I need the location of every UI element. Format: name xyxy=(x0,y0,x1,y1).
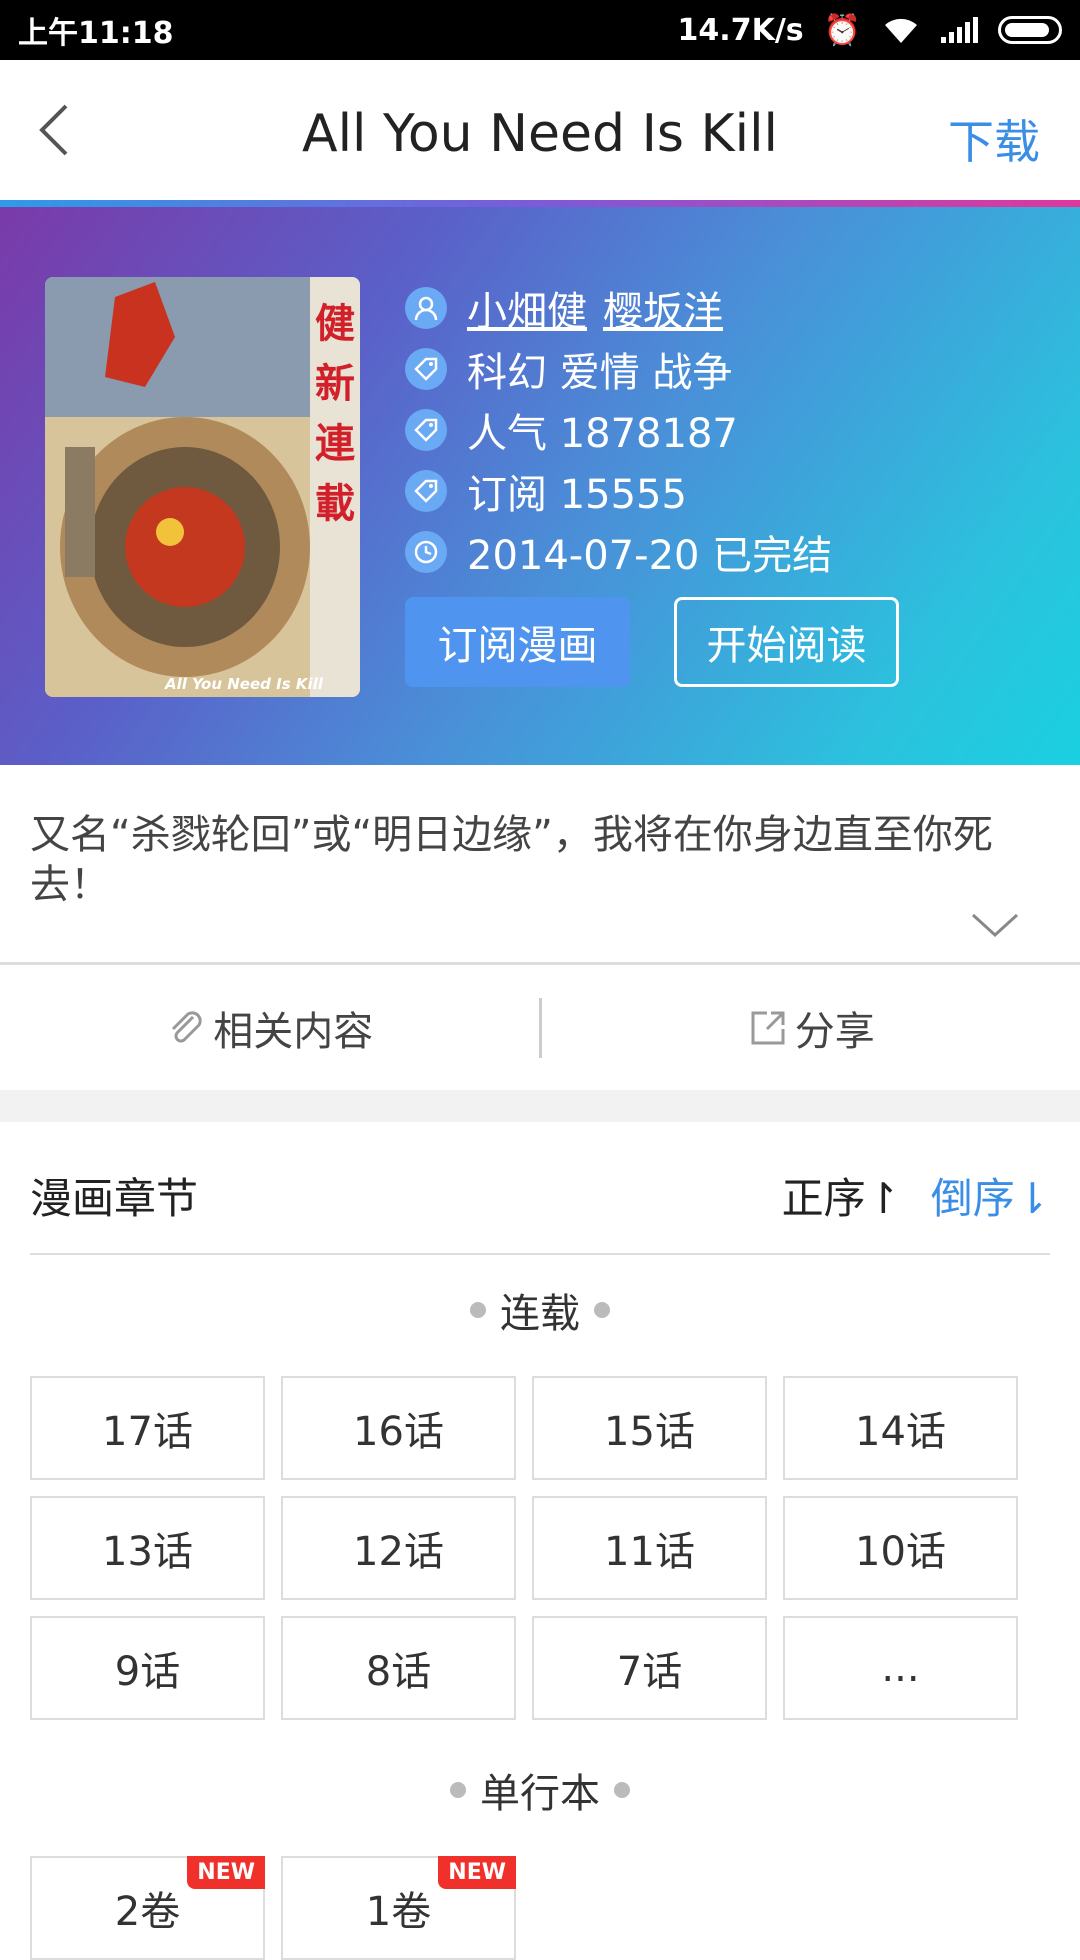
sort-ascending-button[interactable]: 正序↾ xyxy=(782,1165,901,1226)
more-chapters-button[interactable]: ... xyxy=(783,1616,1018,1720)
date-row: 2014-07-20 已完结 xyxy=(405,521,832,582)
comic-cover[interactable]: 健 新 連 載 All You Need Is Kill xyxy=(45,277,360,697)
battery-icon xyxy=(998,16,1062,44)
subscribe-count: 订阅 15555 xyxy=(467,462,687,520)
chapter-button[interactable]: 14话 xyxy=(783,1376,1018,1480)
svg-text:載: 載 xyxy=(315,481,355,527)
date-status: 2014-07-20 已完结 xyxy=(467,523,832,581)
title-bar: All You Need Is Kill 下载 xyxy=(0,60,1080,200)
volume-label-text: 1卷 xyxy=(366,1879,431,1937)
alarm-icon: ⏰ xyxy=(824,13,861,48)
chapter-button[interactable]: 15话 xyxy=(532,1376,767,1480)
chapter-button[interactable]: 17话 xyxy=(30,1376,265,1480)
comic-info-banner: 健 新 連 載 All You Need Is Kill 小畑健 樱坂洋 科幻 … xyxy=(0,207,1080,765)
chapters-title: 漫画章节 xyxy=(30,1165,198,1226)
cover-caption: All You Need Is Kill xyxy=(165,675,323,693)
comic-meta: 小畑健 樱坂洋 科幻 爱情 战争 人气 1878187 订阅 15555 201… xyxy=(405,277,832,582)
chapter-button[interactable]: 16话 xyxy=(281,1376,516,1480)
start-reading-button[interactable]: 开始阅读 xyxy=(674,597,899,687)
tag-icon xyxy=(405,470,447,512)
chevron-down-icon[interactable] xyxy=(965,905,1025,945)
popularity-row: 人气 1878187 xyxy=(405,399,832,460)
volume-label: 单行本 xyxy=(480,1761,600,1819)
chapters-header: 漫画章节 正序↾ 倒序⇂ xyxy=(30,1160,1050,1230)
genres: 科幻 爱情 战争 xyxy=(467,340,732,398)
status-icons: 14.7K/s ⏰ xyxy=(678,13,1062,48)
header-divider xyxy=(0,200,1080,207)
author-link[interactable]: 樱坂洋 xyxy=(603,279,723,337)
status-time: 上午11:18 xyxy=(18,8,174,52)
share-button[interactable]: 分享 xyxy=(542,999,1080,1057)
share-icon xyxy=(747,1007,789,1049)
dot-icon xyxy=(450,1782,466,1798)
status-bar: 上午11:18 14.7K/s ⏰ xyxy=(0,0,1080,60)
volume-section-label: 单行本 xyxy=(0,1760,1080,1820)
related-content-label: 相关内容 xyxy=(213,999,373,1057)
genre-row: 科幻 爱情 战争 xyxy=(405,338,832,399)
chapter-button[interactable]: 13话 xyxy=(30,1496,265,1600)
action-buttons: 订阅漫画 开始阅读 xyxy=(405,597,899,687)
chapter-button[interactable]: 12话 xyxy=(281,1496,516,1600)
volume-button[interactable]: 1卷 NEW xyxy=(281,1856,516,1960)
new-badge: NEW xyxy=(187,1856,265,1889)
svg-text:健: 健 xyxy=(315,301,355,347)
svg-text:新: 新 xyxy=(315,361,355,407)
wifi-icon xyxy=(881,15,921,45)
new-badge: NEW xyxy=(438,1856,516,1889)
section-gap xyxy=(0,1090,1080,1122)
clock-icon xyxy=(405,531,447,573)
volume-grid: 2卷 NEW 1卷 NEW xyxy=(30,1856,1018,1960)
paperclip-icon xyxy=(165,1007,207,1049)
volume-label-text: 2卷 xyxy=(115,1879,180,1937)
person-icon xyxy=(405,287,447,329)
serial-label: 连载 xyxy=(500,1281,580,1339)
divider xyxy=(30,1253,1050,1255)
chapter-button[interactable]: 7话 xyxy=(532,1616,767,1720)
chapter-button[interactable]: 9话 xyxy=(30,1616,265,1720)
related-content-button[interactable]: 相关内容 xyxy=(0,999,539,1057)
share-label: 分享 xyxy=(795,999,875,1057)
chapter-button[interactable]: 10话 xyxy=(783,1496,1018,1600)
serial-chapter-grid: 17话 16话 15话 14话 13话 12话 11话 10话 9话 8话 7话… xyxy=(30,1376,1018,1720)
serial-section-label: 连载 xyxy=(0,1280,1080,1340)
svg-text:連: 連 xyxy=(315,421,356,467)
author-link[interactable]: 小畑健 xyxy=(467,279,587,337)
sort-descending-button[interactable]: 倒序⇂ xyxy=(931,1165,1050,1226)
secondary-actions: 相关内容 分享 xyxy=(0,965,1080,1090)
page-title: All You Need Is Kill xyxy=(0,104,1080,164)
dot-icon xyxy=(470,1302,486,1318)
chapter-button[interactable]: 11话 xyxy=(532,1496,767,1600)
network-speed: 14.7K/s xyxy=(678,13,804,48)
signal-icon xyxy=(941,17,978,43)
sort-options: 正序↾ 倒序⇂ xyxy=(782,1165,1050,1226)
download-button[interactable]: 下载 xyxy=(948,106,1040,172)
popularity: 人气 1878187 xyxy=(467,401,738,459)
chapter-button[interactable]: 8话 xyxy=(281,1616,516,1720)
comic-description: 又名“杀戮轮回”或“明日边缘”，我将在你身边直至你死去！ xyxy=(30,810,1040,910)
tag-icon xyxy=(405,348,447,390)
volume-button[interactable]: 2卷 NEW xyxy=(30,1856,265,1960)
dot-icon xyxy=(594,1302,610,1318)
subscribe-button[interactable]: 订阅漫画 xyxy=(405,597,630,687)
subscribe-count-row: 订阅 15555 xyxy=(405,460,832,521)
tag-icon xyxy=(405,409,447,451)
dot-icon xyxy=(614,1782,630,1798)
author-row: 小畑健 樱坂洋 xyxy=(405,277,832,338)
cover-art: 健 新 連 載 xyxy=(45,277,360,697)
